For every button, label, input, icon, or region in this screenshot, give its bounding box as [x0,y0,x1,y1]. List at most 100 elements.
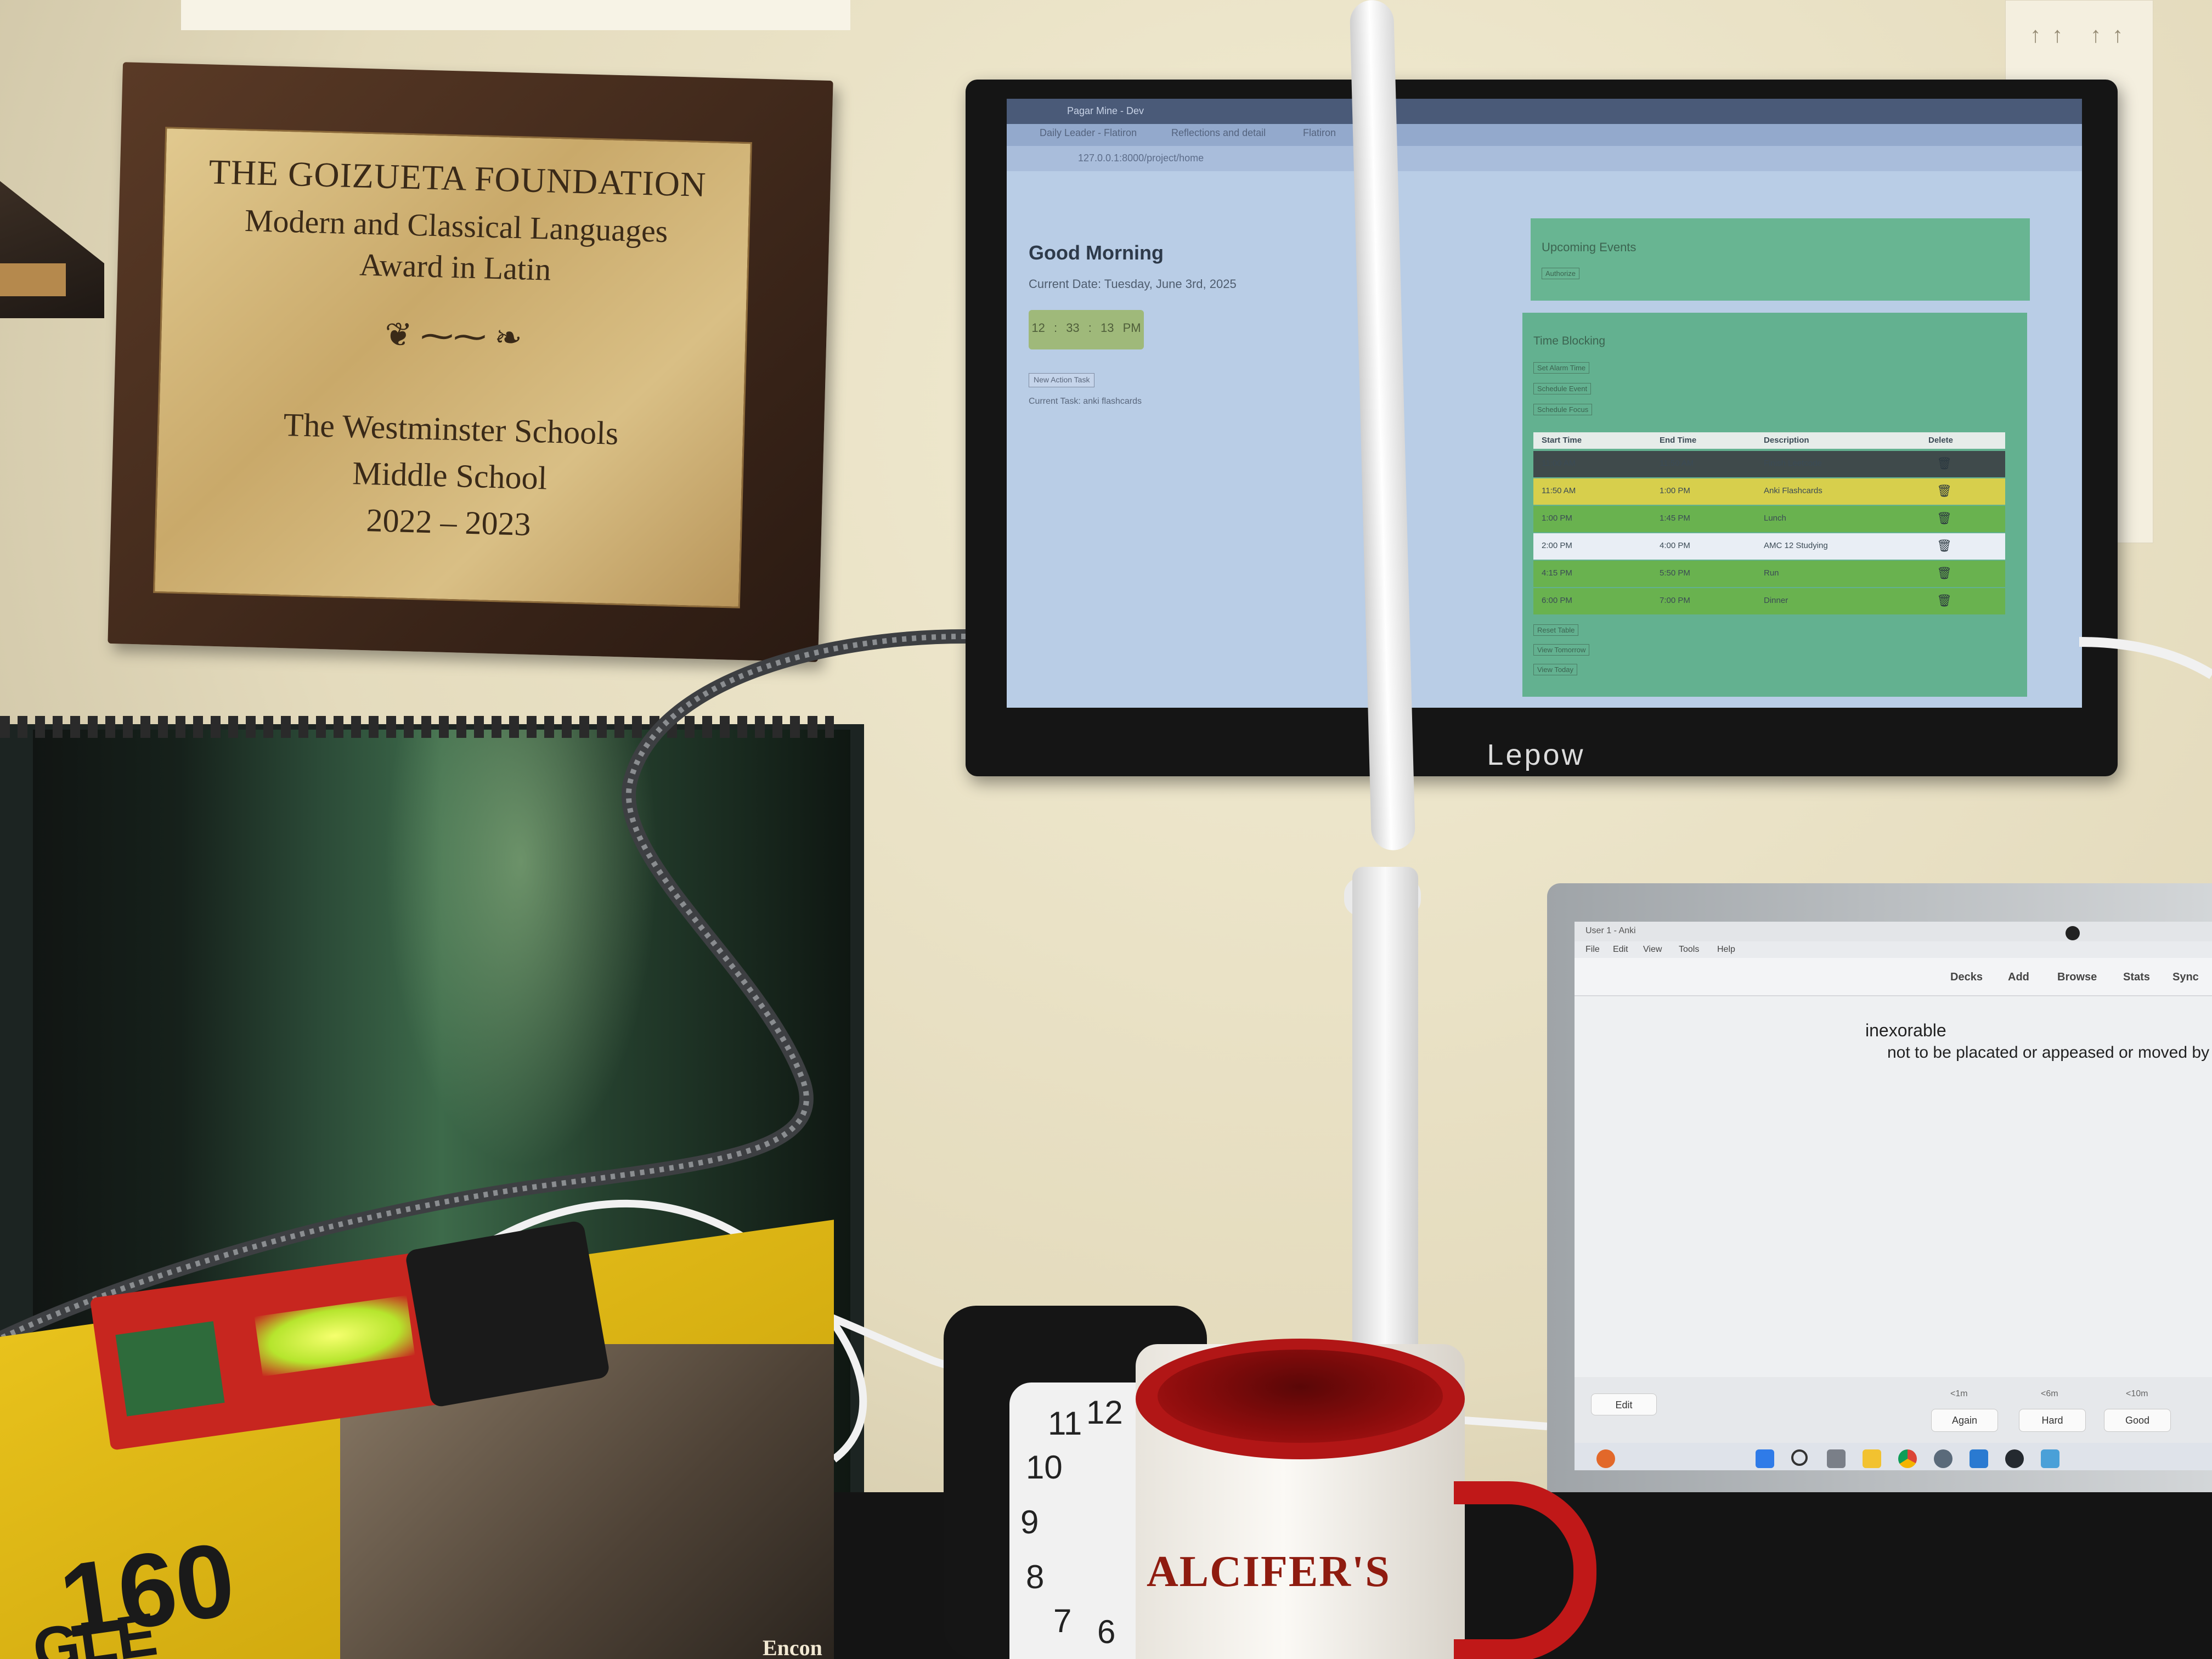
file-explorer-icon[interactable] [1863,1449,1881,1468]
webcam [2066,926,2080,940]
row-description: Dinner [1764,596,1788,605]
shelf-wood-edge [0,263,66,296]
anki-title-bar: User 1 - Anki [1575,922,2212,941]
user-avatar-icon[interactable] [1596,1449,1615,1468]
trash-icon[interactable]: 🗑 [1937,484,1952,498]
clock-number-11: 11 [1048,1405,1082,1442]
browser-address-bar[interactable]: 127.0.0.1:8000/project/home [1007,146,2082,171]
calendar-light-glow [384,730,658,1169]
mug-label: ALCIFER'S [1147,1548,1391,1596]
plaque-flourish-icon: ❦ ⁓⁓ ❧ [384,316,523,357]
view-today-button[interactable]: View Today [1533,664,1578,675]
row-end: 11:50 AM [1660,459,1694,468]
edit-button[interactable]: Edit [1591,1393,1657,1415]
time-blocking-panel: Time Blocking Set Alarm Time Schedule Ev… [1522,313,2027,697]
row-start: 11:50 AM [1542,486,1576,495]
dashboard-current-task: Current Task: anki flashcards [1029,397,1142,406]
trash-icon[interactable]: 🗑 [1937,456,1952,471]
windows-taskbar [1575,1443,2212,1470]
toolbar-stats[interactable]: Stats [2123,971,2150,984]
row-end: 4:00 PM [1660,541,1690,550]
toolbar-browse[interactable]: Browse [2057,971,2097,984]
good-interval: <10m [2126,1389,2148,1398]
paper-sheet-top [181,0,850,30]
plaque-line-school: The Westminster Schools [283,406,619,452]
mug-interior [1158,1350,1443,1443]
windows-start-icon[interactable] [1756,1449,1774,1468]
schedule-focus-button[interactable]: Schedule Focus [1533,404,1593,415]
dashboard-clock-time: 12 : 33 : 13 PM [1031,321,1141,335]
anki-toolbar: Decks Add Browse Stats Sync [1575,958,2212,996]
trash-icon[interactable]: 🗑 [1937,566,1952,580]
menu-tools[interactable]: Tools [1679,945,1699,955]
upcoming-events-panel: Upcoming Events Authorize [1531,218,2030,301]
chrome-icon[interactable] [1898,1449,1917,1468]
anki-icon[interactable] [2041,1449,2059,1468]
column-delete: Delete [1928,436,1954,445]
menu-view[interactable]: View [1643,945,1662,955]
calendar-spiral-rings [0,716,834,738]
usb-hub [404,1220,611,1408]
toolbar-add[interactable]: Add [2008,971,2029,984]
set-alarm-time-button[interactable]: Set Alarm Time [1533,362,1590,374]
browser-tab-1[interactable]: Daily Leader - Flatiron [1040,127,1137,143]
time-blocking-title: Time Blocking [1533,335,1606,347]
again-button[interactable]: Again [1931,1409,1998,1432]
view-tomorrow-button[interactable]: View Tomorrow [1533,644,1590,656]
browser-title-bar: Pagar Mine - Dev [1007,99,2082,124]
row-description: Anki Flashcards [1764,486,1822,495]
clock-number-10: 10 [1026,1449,1063,1486]
new-action-task-button[interactable]: New Action Task [1029,373,1095,387]
row-end: 7:00 PM [1660,596,1690,605]
column-start-time: Start Time [1542,436,1582,445]
row-description: Lunch [1764,514,1786,523]
table-row: 2:00 PM 4:00 PM AMC 12 Studying 🗑 [1533,533,2005,560]
flashcard-question: inexorable [1865,1020,1946,1040]
photo-scene: ↑↑ ↑↑ E THE GOIZUETA FOUNDATION Modern a… [0,0,2212,1659]
menu-edit[interactable]: Edit [1613,945,1628,955]
hard-button[interactable]: Hard [2019,1409,2086,1432]
search-icon[interactable] [1791,1449,1808,1466]
row-end: 5:50 PM [1660,568,1690,578]
settings-icon[interactable] [1934,1449,1953,1468]
hard-interval: <6m [2041,1389,2058,1398]
reset-table-button[interactable]: Reset Table [1533,624,1579,636]
trash-icon[interactable]: 🗑 [1937,539,1952,553]
dashboard-greeting: Good Morning [1029,241,1164,264]
row-start: 4:15 PM [1542,568,1572,578]
trash-icon[interactable]: 🗑 [1937,594,1952,608]
anki-menu-bar: File Edit View Tools Help [1575,941,2212,958]
browser-tab-3[interactable]: Flatiron [1303,127,1336,143]
browser-tab-2[interactable]: Reflections and detail [1171,127,1266,143]
toolbar-decks[interactable]: Decks [1950,971,1983,984]
time-blocking-table-header: Start Time End Time Description Delete [1533,432,2005,449]
paper-marks: ↑↑ ↑↑ [2030,22,2134,47]
monitor-brand-logo: Lepow [1487,738,1585,771]
schedule-event-button[interactable]: Schedule Event [1533,383,1592,394]
plaque-line-year: 2022 – 2023 [365,501,532,543]
desk-lamp-stem [1352,867,1418,1361]
table-row: 11:00 AM 11:50 AM Finish Leetcode 🗑 [1533,451,2005,477]
clock-number-7: 7 [1053,1602,1072,1639]
task-view-icon[interactable] [1827,1449,1846,1468]
circuit-board [115,1321,225,1417]
good-button[interactable]: Good [2104,1409,2171,1432]
browser-url-text: 127.0.0.1:8000/project/home [1078,153,1204,163]
trash-icon[interactable]: 🗑 [1937,511,1952,526]
toolbar-sync[interactable]: Sync [2172,971,2199,984]
row-end: 1:45 PM [1660,514,1690,523]
table-row: 6:00 PM 7:00 PM Dinner 🗑 [1533,588,2005,614]
menu-file[interactable]: File [1585,945,1600,955]
row-description: AMC 12 Studying [1764,541,1828,550]
menu-help[interactable]: Help [1717,945,1735,955]
row-description: Finish Leetcode [1764,459,1822,468]
box-brand: Encon [763,1635,822,1659]
upcoming-events-title: Upcoming Events [1542,240,1637,254]
authorize-button[interactable]: Authorize [1542,268,1579,279]
column-description: Description [1764,436,1809,445]
github-icon[interactable] [2005,1449,2024,1468]
dashboard-current-date: Current Date: Tuesday, June 3rd, 2025 [1029,277,1237,291]
browser-window-title: Pagar Mine - Dev [1067,105,1144,116]
row-description: Run [1764,568,1779,578]
vscode-icon[interactable] [1970,1449,1988,1468]
